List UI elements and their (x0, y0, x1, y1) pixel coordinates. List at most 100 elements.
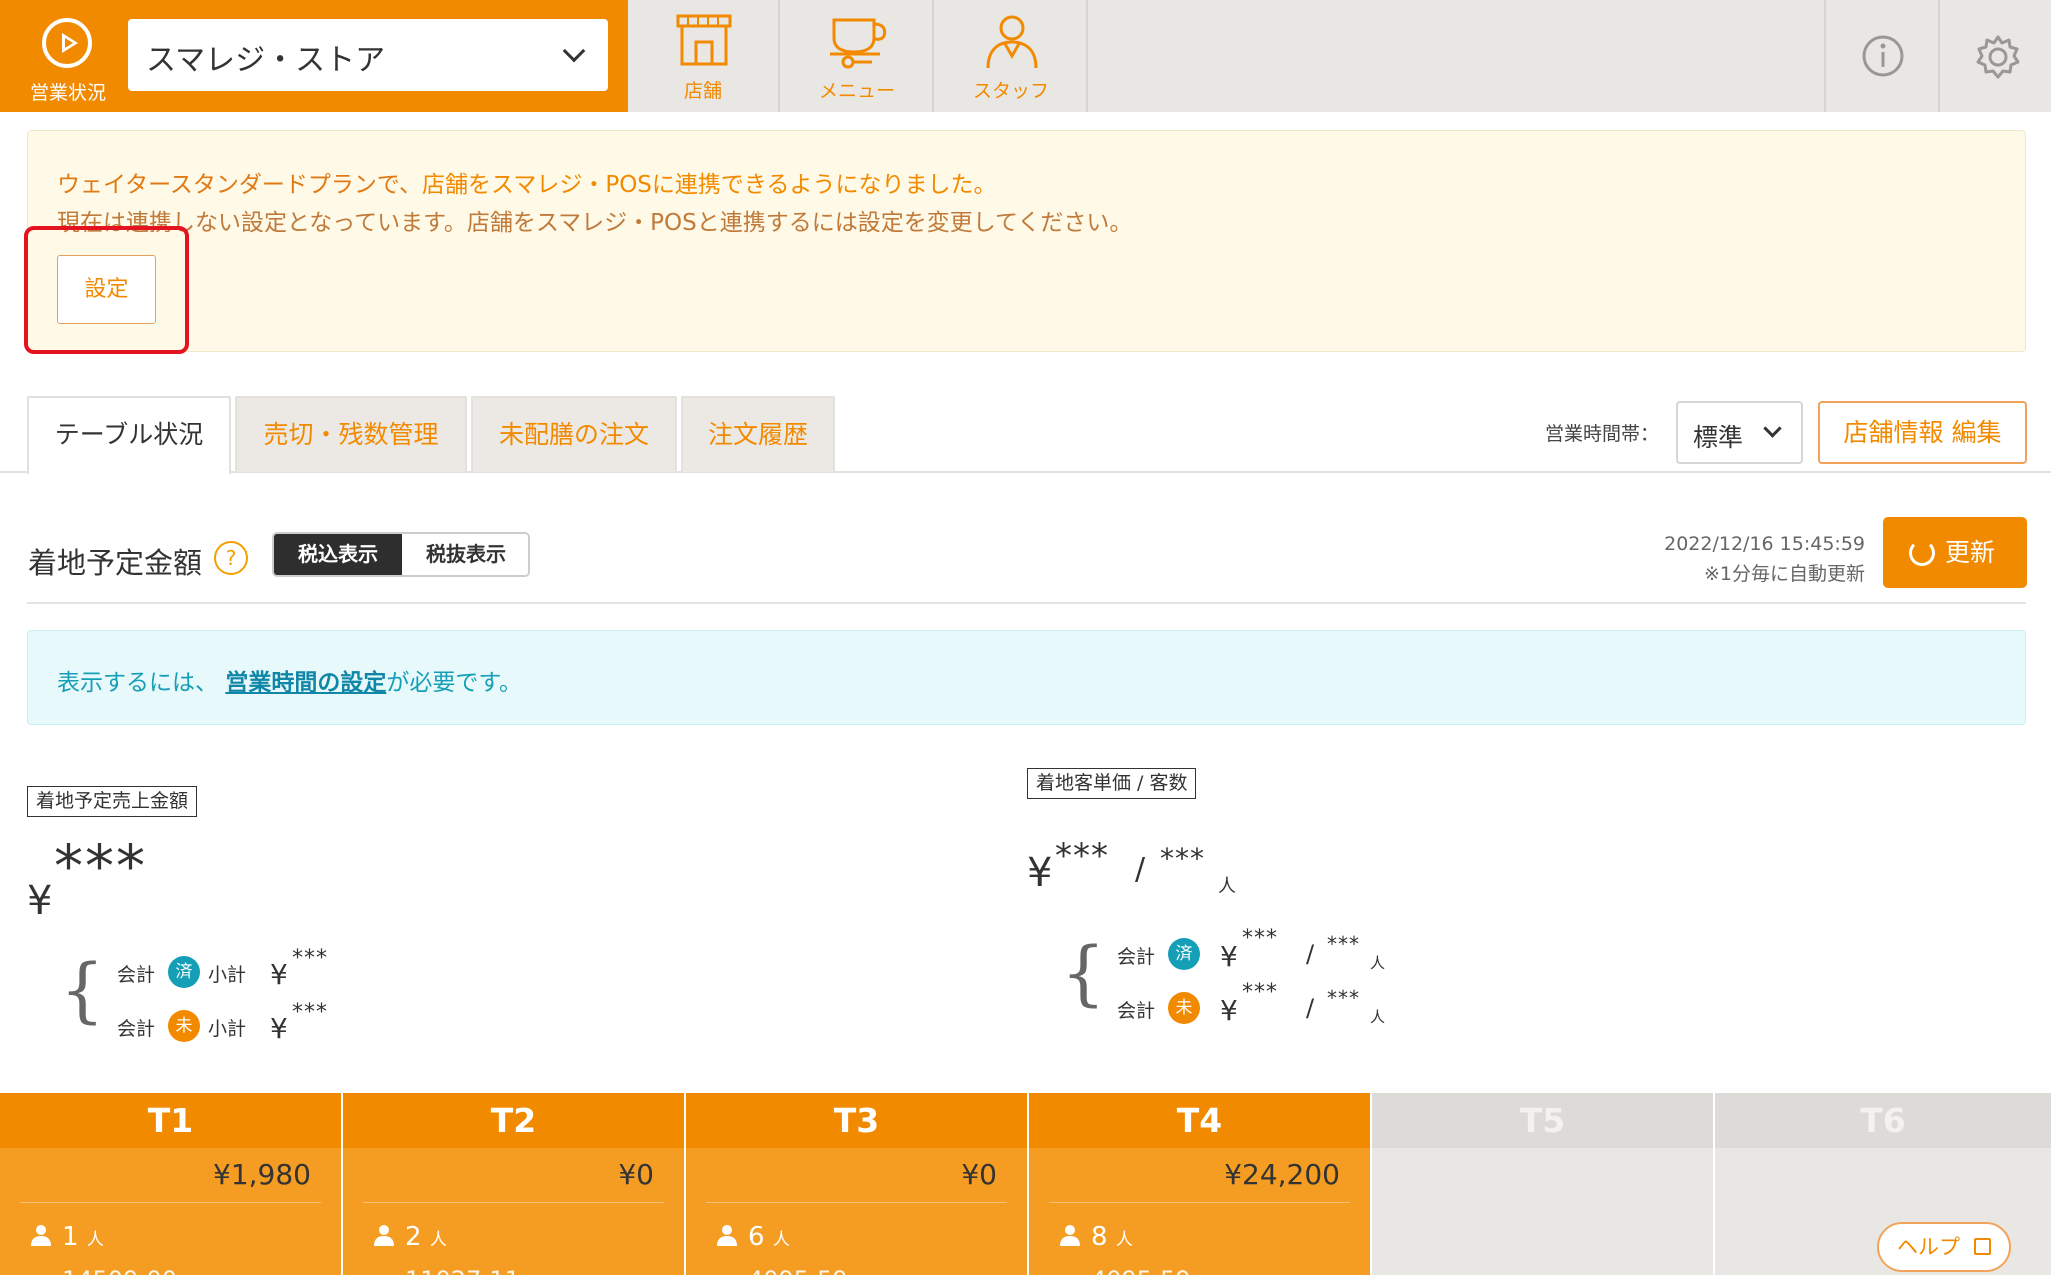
gear-icon (1976, 35, 2020, 79)
refresh-icon (1909, 540, 1935, 566)
person-icon (1060, 1225, 1080, 1246)
business-status-label: 営業状況 (29, 82, 106, 104)
store-select-value: スマレジ・ストア (146, 43, 386, 78)
help-question-icon[interactable]: ? (214, 541, 248, 575)
unit-settled-value: *** (1242, 926, 1278, 951)
staff-icon (986, 15, 1038, 69)
settled-label: 会計 (117, 964, 156, 986)
unit-unsettled-count: *** (1327, 986, 1360, 1010)
tax-included-option[interactable]: 税込表示 (274, 534, 402, 575)
guest-count: 2 (405, 1222, 422, 1252)
person-icon (374, 1225, 394, 1246)
nav-staff[interactable]: スタッフ (936, 0, 1088, 112)
top-bar: 営業状況 スマレジ・ストア 店舗 メニュー スタッフ (0, 0, 2051, 112)
table-rule (1049, 1202, 1350, 1203)
settled-badge: 済 (168, 956, 200, 988)
business-hours-settings-link[interactable]: 営業時間の設定 (225, 670, 386, 696)
help-label: ヘルプ (1897, 1235, 1960, 1259)
nav-menu-label: メニュー (818, 80, 895, 102)
settings-button[interactable] (1938, 0, 2051, 112)
guest-count: 1 (62, 1222, 79, 1252)
table-tile-t3[interactable]: T3 ¥0 6 人 4095:59 (686, 1093, 1027, 1275)
unit-settled-label: 会計 (1117, 946, 1156, 968)
tax-display-toggle: 税込表示 税抜表示 (272, 532, 530, 577)
table-tile-t4[interactable]: T4 ¥24,200 8 人 4095:59 (1029, 1093, 1370, 1275)
unit-price-value: *** (1055, 836, 1109, 876)
info-icon (1862, 35, 1904, 77)
table-elapsed: 14509:00 (62, 1266, 177, 1275)
unit-unsettled-badge: 未 (1168, 992, 1200, 1024)
table-amount: ¥0 (618, 1158, 654, 1191)
guest-unit: 人 (772, 1230, 790, 1250)
info-suffix: が必要です。 (386, 670, 523, 696)
unit-unsettled-yen: ¥ (1220, 994, 1238, 1027)
hours-required-info: 表示するには、 営業時間の設定が必要です。 (27, 630, 2026, 725)
notice-line-2: 現在は連携しない設定となっています。店舗をスマレジ・POSと連携するには設定を変… (57, 210, 1133, 236)
info-text: 表示するには、 営業時間の設定が必要です。 (57, 663, 522, 697)
unit-settled-badge: 済 (1168, 938, 1200, 970)
table-elapsed: 4095:59 (1091, 1266, 1191, 1275)
info-button[interactable] (1824, 0, 1938, 112)
nav-store[interactable]: 店舗 (628, 0, 780, 112)
info-prefix: 表示するには、 (57, 670, 218, 696)
tab-table-status[interactable]: テーブル状況 (27, 396, 231, 474)
unit-unsettled-slash: / (1306, 994, 1315, 1022)
table-tile-t5[interactable]: T5 (1372, 1093, 1713, 1275)
guest-count: 8 (1091, 1222, 1108, 1252)
notice-line-1-prefix: ウェイタースタンダードプランで、 (57, 172, 423, 198)
table-guests: 8 人 (1091, 1222, 1133, 1252)
help-button[interactable]: ヘルプ (1877, 1222, 2011, 1272)
table-rule (706, 1202, 1007, 1203)
store-info-edit-button[interactable]: 店舗情報 編集 (1818, 401, 2027, 464)
chevron-down-icon (1763, 419, 1782, 438)
business-status-button[interactable]: 営業状況 (0, 0, 130, 112)
unit-settled-slash: / (1306, 940, 1315, 968)
unit-unsettled-value: *** (1242, 980, 1278, 1005)
table-rule (20, 1202, 321, 1203)
table-name: T1 (0, 1093, 341, 1148)
table-name: T3 (686, 1093, 1027, 1148)
brace-icon: { (60, 949, 105, 1031)
table-body (1372, 1148, 1713, 1275)
tax-excluded-option[interactable]: 税抜表示 (402, 534, 528, 575)
table-guests: 1 人 (62, 1222, 104, 1252)
notice-line-1-emphasis: 店舗をスマレジ・POSに連携できるようになりました。 (422, 172, 997, 198)
refresh-button[interactable]: 更新 (1883, 517, 2027, 588)
nav-menu[interactable]: メニュー (782, 0, 934, 112)
table-tile-t2[interactable]: T2 ¥0 2 人 11027:11 (343, 1093, 684, 1275)
auto-update-note: ※1分毎に自動更新 (1703, 563, 1865, 585)
business-hours-select[interactable]: 標準 (1676, 401, 1803, 464)
forecast-sales-value: *** (54, 832, 147, 900)
update-timestamp: 2022/12/16 15:45:59 ※1分毎に自動更新 (1664, 529, 1865, 589)
tab-soldout-stock[interactable]: 売切・残数管理 (235, 396, 467, 472)
guest-unit: 人 (86, 1230, 104, 1250)
business-hours-label: 営業時間帯： (1545, 423, 1660, 445)
table-name: T4 (1029, 1093, 1370, 1148)
table-body: ¥0 6 人 4095:59 (686, 1148, 1027, 1275)
unit-settled-person: 人 (1370, 954, 1386, 972)
guest-count-unit: 人 (1218, 876, 1236, 897)
store-icon (676, 14, 732, 66)
person-icon (717, 1225, 737, 1246)
settled-subtotal-value: *** (292, 946, 328, 971)
timestamp-value: 2022/12/16 15:45:59 (1664, 533, 1865, 555)
table-amount: ¥1,980 (213, 1158, 311, 1191)
unit-price-yen: ¥ (1027, 850, 1053, 896)
brace-icon: { (1061, 932, 1106, 1014)
tab-order-history[interactable]: 注文履歴 (681, 396, 835, 472)
store-select[interactable]: スマレジ・ストア (128, 19, 608, 91)
unit-slash: / (1135, 852, 1146, 887)
table-tile-t1[interactable]: T1 ¥1,980 1 人 14509:00 (0, 1093, 341, 1275)
chevron-down-icon (562, 39, 586, 63)
guest-count-value: *** (1160, 842, 1205, 875)
unsettled-subtotal-value: *** (292, 1000, 328, 1025)
table-name: T5 (1372, 1093, 1713, 1148)
person-icon (31, 1225, 51, 1246)
unit-unsettled-person: 人 (1370, 1008, 1386, 1026)
table-amount: ¥24,200 (1224, 1158, 1340, 1191)
table-name: T2 (343, 1093, 684, 1148)
highlight-frame (24, 226, 189, 354)
table-body: ¥1,980 1 人 14509:00 (0, 1148, 341, 1275)
unsettled-subtotal-label: 小計 (208, 1018, 247, 1040)
tab-unserved-orders[interactable]: 未配膳の注文 (471, 396, 677, 472)
